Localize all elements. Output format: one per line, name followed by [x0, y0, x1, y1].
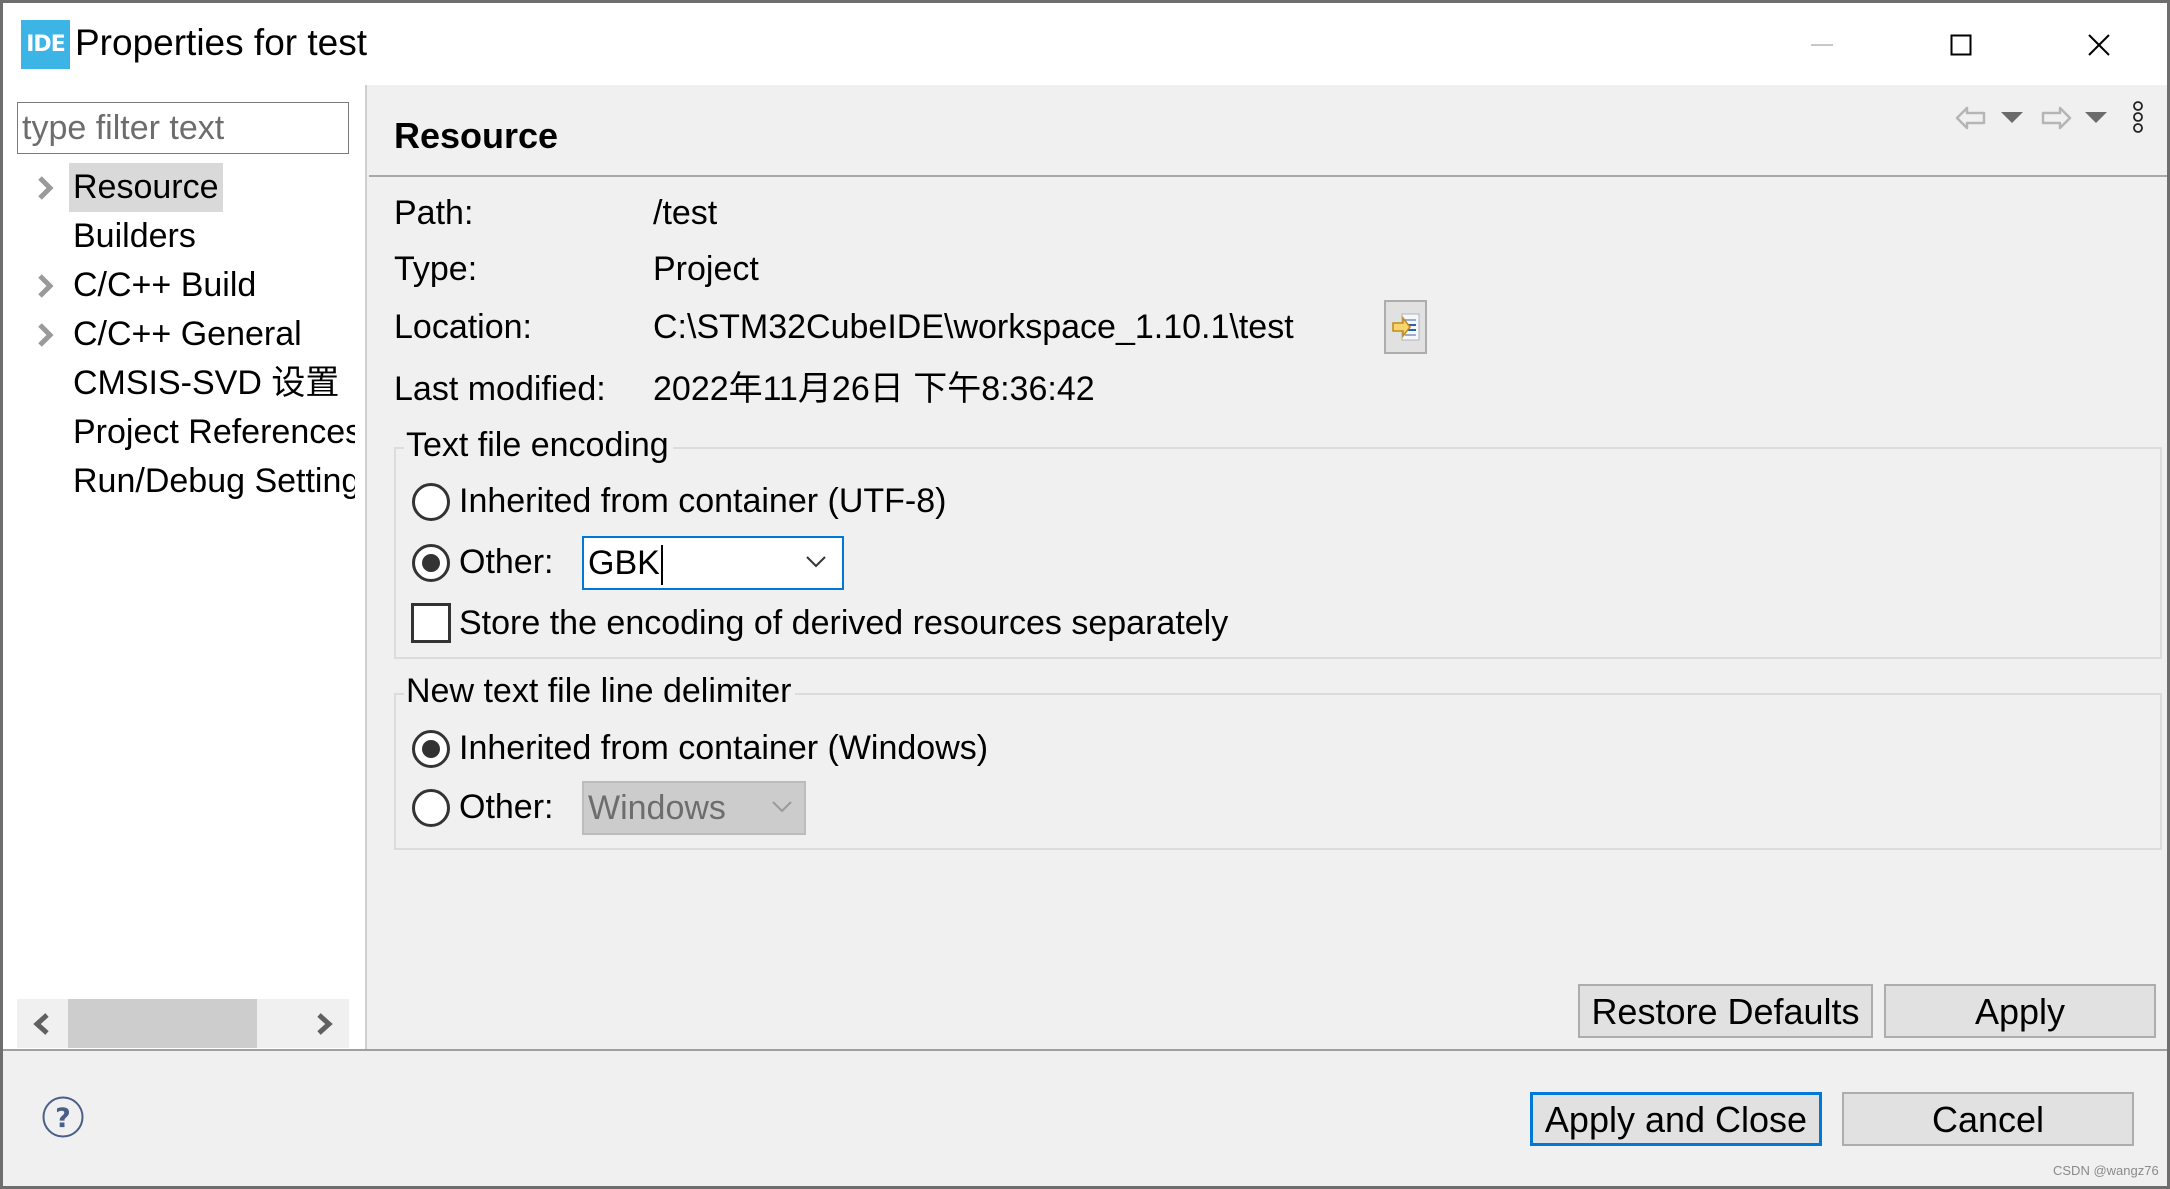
forward-arrow-icon[interactable]	[2040, 105, 2072, 131]
title-separator	[369, 175, 2167, 177]
type-value: Project	[653, 250, 759, 288]
encoding-inherited-radio[interactable]	[412, 483, 450, 521]
forward-dropdown-icon[interactable]	[2085, 112, 2107, 124]
text-encoding-group: Text file encoding Inherited from contai…	[394, 423, 2162, 659]
back-arrow-icon[interactable]	[1955, 105, 1987, 131]
chevron-left-icon	[33, 1012, 49, 1035]
tree-item[interactable]: CMSIS-SVD 设置	[3, 359, 367, 408]
maximize-button[interactable]	[1931, 21, 1991, 69]
path-value: /test	[653, 194, 718, 232]
tree-item[interactable]: Project References	[3, 408, 367, 457]
tree-item-label[interactable]: CMSIS-SVD 设置	[69, 359, 343, 408]
encoding-inherited-label[interactable]: Inherited from container (UTF-8)	[459, 477, 947, 525]
type-label: Type:	[394, 250, 478, 288]
scrollbar-thumb[interactable]	[68, 999, 257, 1048]
footer-separator	[3, 1049, 2167, 1051]
store-encoding-separately-label[interactable]: Store the encoding of derived resources …	[459, 599, 1228, 647]
store-encoding-separately-checkbox[interactable]	[411, 603, 451, 643]
chevron-down-icon	[772, 801, 792, 813]
text-encoding-title: Text file encoding	[404, 423, 673, 467]
delimiter-inherited-label[interactable]: Inherited from container (Windows)	[459, 724, 988, 772]
tree-item[interactable]: Run/Debug Settings	[3, 457, 367, 506]
location-label: Location:	[394, 308, 532, 346]
filter-input[interactable]	[17, 102, 349, 154]
page-nav-toolbar	[1949, 101, 2159, 145]
last-modified-label: Last modified:	[394, 370, 606, 408]
encoding-combo[interactable]: GBK	[582, 536, 844, 590]
kebab-menu-icon[interactable]	[2131, 100, 2145, 134]
apply-button[interactable]: Apply	[1884, 984, 2156, 1038]
tree-item[interactable]: C/C++ Build	[3, 261, 367, 310]
encoding-other-label[interactable]: Other:	[459, 538, 553, 586]
expand-chevron-icon[interactable]	[35, 321, 57, 349]
tree-item-label[interactable]: C/C++ Build	[69, 261, 260, 310]
tree-item-label[interactable]: Builders	[69, 212, 200, 261]
encoding-other-radio[interactable]	[412, 544, 450, 582]
last-modified-value: 2022年11月26日 下午8:36:42	[653, 370, 1095, 408]
back-dropdown-icon[interactable]	[2001, 112, 2023, 124]
location-value: C:\STM32CubeIDE\workspace_1.10.1\test	[653, 308, 1294, 346]
help-icon: ?	[42, 1096, 84, 1138]
scroll-right-button[interactable]	[299, 999, 349, 1048]
chevron-right-icon	[317, 1012, 333, 1035]
tree-item-label[interactable]: Resource	[69, 163, 223, 212]
page-title: Resource	[394, 115, 559, 156]
line-delimiter-title: New text file line delimiter	[404, 669, 796, 713]
preference-tree-pane: ResourceBuildersC/C++ BuildC/C++ General…	[3, 85, 367, 1049]
encoding-combo-value[interactable]: GBK	[588, 544, 660, 582]
show-in-explorer-button[interactable]	[1384, 300, 1427, 354]
tree-item[interactable]: C/C++ General	[3, 310, 367, 359]
horizontal-scrollbar[interactable]	[17, 999, 349, 1048]
path-label: Path:	[394, 194, 474, 232]
delimiter-combo-value: Windows	[588, 789, 726, 827]
tree-item[interactable]: Resource	[3, 163, 367, 212]
delimiter-inherited-radio[interactable]	[412, 730, 450, 768]
text-caret	[660, 545, 663, 586]
delimiter-other-label[interactable]: Other:	[459, 783, 553, 831]
tree-item-label[interactable]: C/C++ General	[69, 310, 306, 359]
delimiter-combo: Windows	[582, 781, 806, 835]
scroll-left-button[interactable]	[17, 999, 67, 1048]
maximize-icon	[1950, 34, 1972, 56]
property-page: Resource Path: /test Type: Project Locat…	[369, 85, 2167, 1049]
tree-item[interactable]: Builders	[3, 212, 367, 261]
line-delimiter-group: New text file line delimiter Inherited f…	[394, 669, 2162, 850]
minimize-button[interactable]	[1793, 21, 1853, 69]
help-button[interactable]: ?	[41, 1095, 85, 1139]
close-button[interactable]	[2069, 21, 2129, 69]
expand-chevron-icon[interactable]	[35, 174, 57, 202]
tree-item-label[interactable]: Run/Debug Settings	[69, 457, 355, 506]
close-icon	[2088, 34, 2110, 56]
restore-defaults-button[interactable]: Restore Defaults	[1578, 984, 1873, 1038]
chevron-down-icon[interactable]	[804, 552, 828, 572]
app-icon: IDE	[21, 20, 70, 69]
properties-dialog: IDE Properties for test ResourceBuilders…	[3, 3, 2167, 1186]
expand-chevron-icon[interactable]	[35, 272, 57, 300]
delimiter-other-radio[interactable]	[412, 789, 450, 827]
watermark: CSDN @wangz76	[2053, 1163, 2159, 1178]
cancel-button[interactable]: Cancel	[1842, 1092, 2134, 1146]
apply-and-close-button[interactable]: Apply and Close	[1530, 1092, 1822, 1146]
window-title: Properties for test	[75, 22, 368, 63]
title-bar: IDE Properties for test	[3, 3, 2167, 85]
open-location-icon	[1391, 313, 1419, 341]
svg-text:?: ?	[55, 1103, 71, 1134]
tree-item-label[interactable]: Project References	[69, 408, 355, 457]
minimize-icon	[1811, 44, 1833, 46]
